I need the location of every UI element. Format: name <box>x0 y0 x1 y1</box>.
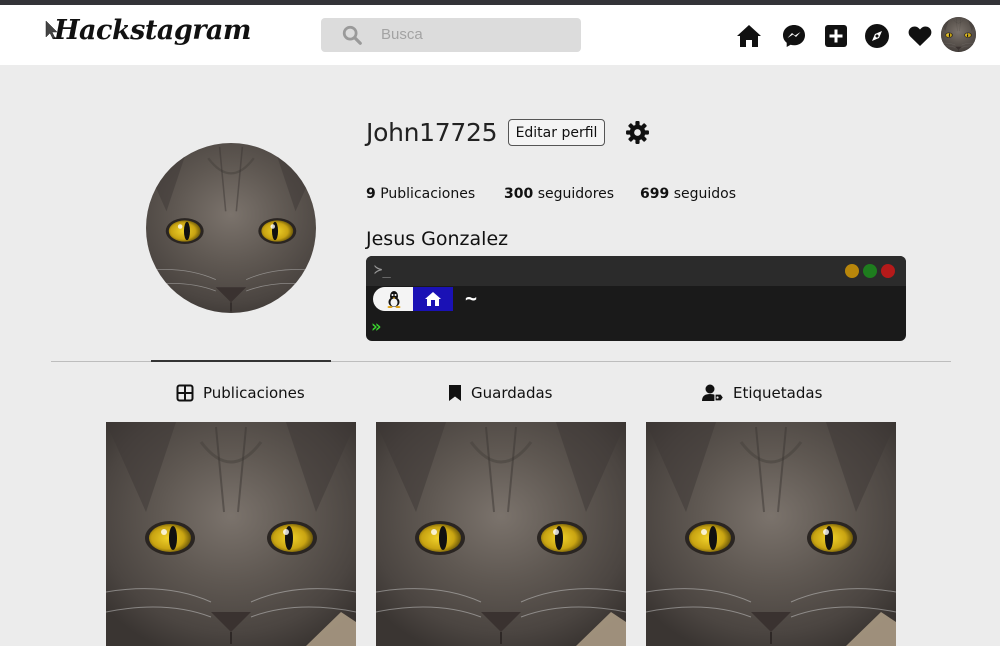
terminal-prompt-icon: ≻_ <box>374 262 391 278</box>
stat-posts[interactable]: 9 Publicaciones <box>366 186 475 202</box>
heart-icon[interactable] <box>906 22 934 50</box>
home-icon[interactable] <box>735 22 763 50</box>
post-thumbnail[interactable] <box>106 422 356 646</box>
profile-username: John17725 <box>366 118 498 147</box>
avatar[interactable] <box>941 17 976 52</box>
home-folder-icon <box>425 292 441 306</box>
post-thumbnail[interactable] <box>376 422 626 646</box>
terminal-dot-red <box>881 264 895 278</box>
grid-icon <box>176 384 194 402</box>
terminal-dot-green <box>863 264 877 278</box>
stat-followers-label: seguidores <box>537 186 615 202</box>
stat-following-label: seguidos <box>673 186 736 202</box>
tab-guardadas-label: Guardadas <box>471 384 553 402</box>
stat-following[interactable]: 699 seguidos <box>640 186 736 202</box>
explore-icon[interactable] <box>863 22 891 50</box>
post-thumbnail[interactable] <box>646 422 896 646</box>
edit-profile-button[interactable]: Editar perfil <box>508 119 605 146</box>
stat-posts-label: Publicaciones <box>380 186 476 202</box>
user-tag-icon <box>702 384 724 402</box>
terminal-bio: ≻_ ~ » <box>366 256 906 341</box>
bookmark-icon <box>449 385 461 401</box>
add-post-icon[interactable] <box>822 22 850 50</box>
terminal-path: ~ <box>465 286 478 310</box>
profile-avatar[interactable] <box>146 143 316 313</box>
stat-posts-count: 9 <box>366 186 376 202</box>
active-tab-indicator <box>151 360 331 362</box>
stat-following-count: 699 <box>640 186 670 202</box>
tab-publicaciones[interactable]: Publicaciones <box>176 382 305 404</box>
tab-guardadas[interactable]: Guardadas <box>448 382 552 404</box>
search-placeholder: Busca <box>381 26 423 43</box>
search-bar[interactable]: Busca <box>321 18 581 52</box>
terminal-title-bar: ≻_ <box>366 256 906 286</box>
tab-etiquetadas-label: Etiquetadas <box>733 384 823 402</box>
search-icon <box>342 25 362 45</box>
messenger-icon[interactable] <box>780 22 808 50</box>
top-navbar: Hackstagram Busca <box>0 5 1000 65</box>
terminal-home-segment <box>413 287 453 311</box>
tab-etiquetadas[interactable]: Etiquetadas <box>702 382 822 404</box>
terminal-dot-yellow <box>845 264 859 278</box>
linux-icon <box>387 291 401 308</box>
tab-publicaciones-label: Publicaciones <box>203 384 305 402</box>
terminal-prompt-chevrons: » <box>371 317 382 337</box>
app-logo[interactable]: Hackstagram <box>54 15 252 46</box>
stat-followers-count: 300 <box>504 186 534 202</box>
profile-full-name: Jesus Gonzalez <box>366 228 509 250</box>
stat-followers[interactable]: 300 seguidores <box>504 186 614 202</box>
gear-icon[interactable] <box>625 120 650 145</box>
terminal-os-segment <box>373 287 413 311</box>
